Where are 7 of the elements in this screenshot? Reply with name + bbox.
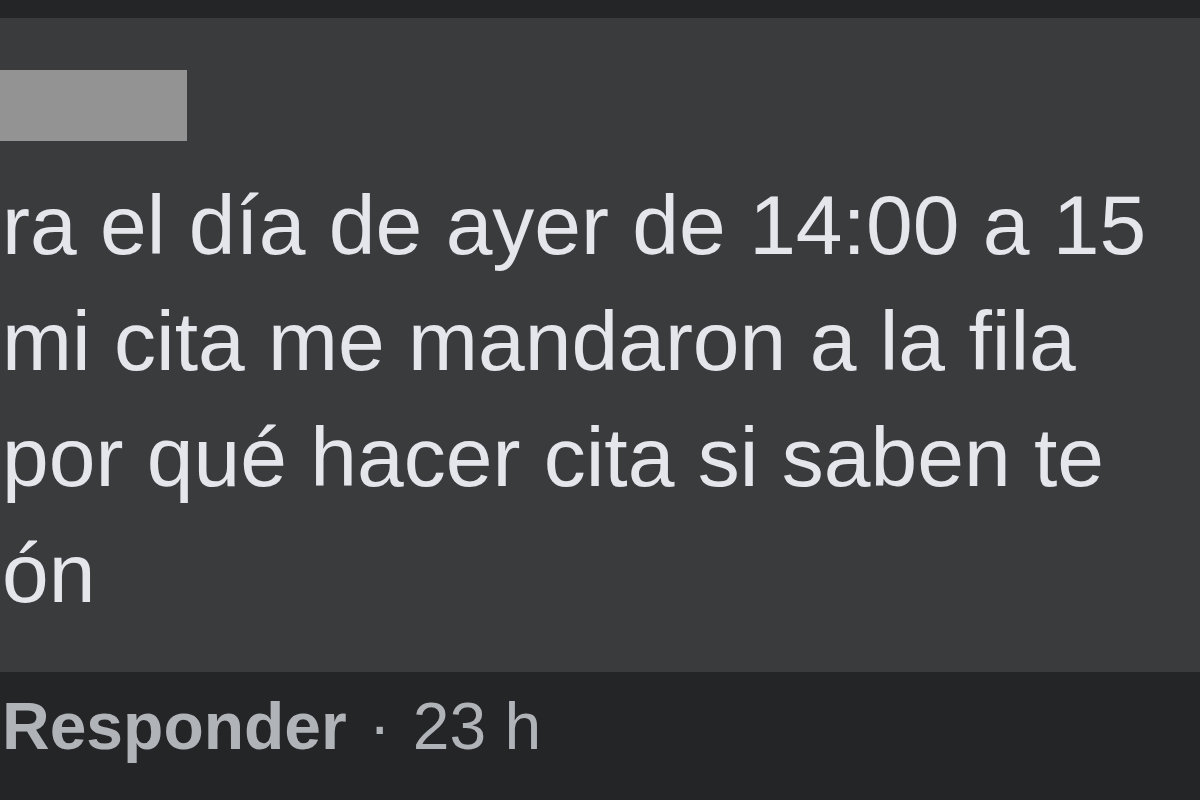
comment-text-line: ón bbox=[1, 525, 96, 622]
separator-dot: · bbox=[368, 688, 391, 765]
timestamp: 23 h bbox=[412, 688, 542, 765]
comment-text-line: ra el día de ayer de 14:00 a 15 bbox=[1, 177, 1147, 274]
reply-link[interactable]: Responder bbox=[2, 686, 347, 766]
comment-text-line: por qué hacer cita si saben te bbox=[1, 409, 1104, 506]
comment-text-line: mi cita me mandaron a la fila bbox=[1, 293, 1076, 390]
